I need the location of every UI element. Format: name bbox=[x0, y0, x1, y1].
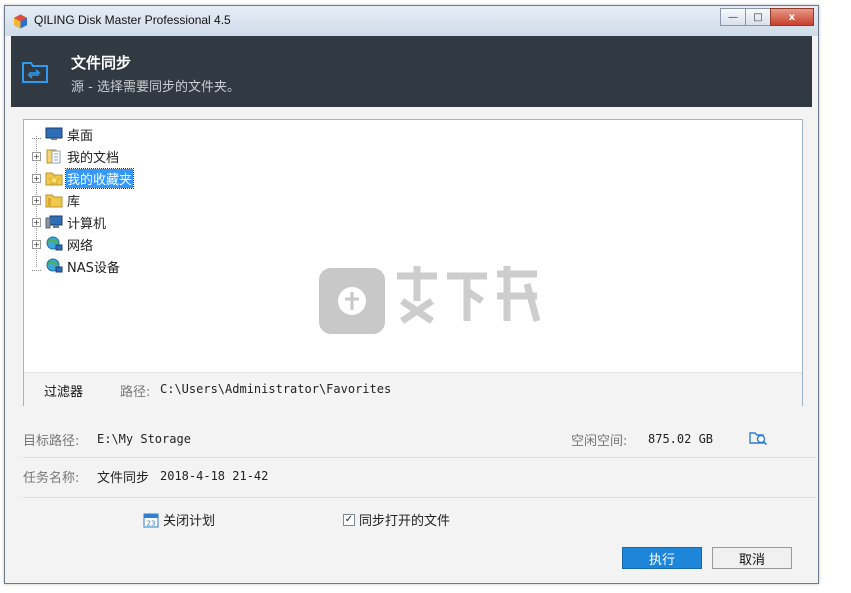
schedule-option[interactable]: 23 关闭计划 bbox=[143, 510, 215, 529]
target-path-label: 目标路径: bbox=[23, 434, 80, 449]
tree-item-label: 桌面 bbox=[67, 128, 94, 144]
schedule-option-label: 关闭计划 bbox=[163, 514, 216, 529]
folder-sync-icon bbox=[22, 62, 48, 83]
header-title: 文件同步 bbox=[71, 54, 132, 72]
network-icon bbox=[46, 236, 63, 251]
app-window: QILING Disk Master Professional 4.5 — □ … bbox=[4, 5, 819, 584]
target-path-value: E:\My Storage bbox=[97, 432, 191, 446]
expand-toggle[interactable]: + bbox=[32, 239, 41, 249]
task-name-date: 2018-4-18 21-42 bbox=[160, 469, 269, 483]
tree-item-documents[interactable]: + 我的文档 bbox=[32, 146, 120, 166]
cancel-button[interactable]: 取消 bbox=[712, 547, 792, 569]
app-logo-icon bbox=[14, 14, 27, 29]
expand-toggle[interactable]: + bbox=[32, 217, 41, 227]
expand-toggle[interactable]: + bbox=[32, 195, 41, 205]
tree-item-desktop[interactable]: 桌面 bbox=[32, 124, 94, 144]
sync-open-files-option[interactable]: ✓ 同步打开的文件 bbox=[343, 510, 450, 529]
tree-item-label: 计算机 bbox=[67, 216, 107, 232]
free-space-label: 空闲空间: bbox=[571, 434, 628, 449]
source-path-value: C:\Users\Administrator\Favorites bbox=[160, 382, 392, 396]
free-space-value: 875.02 GB bbox=[648, 432, 714, 446]
watermark-logo bbox=[319, 266, 541, 334]
desktop-icon bbox=[45, 127, 63, 140]
expand-toggle[interactable]: + bbox=[32, 151, 41, 161]
filter-bar: 过滤器 路径: C:\Users\Administrator\Favorites bbox=[24, 372, 802, 406]
tree-item-nas[interactable]: NAS设备 bbox=[32, 256, 121, 276]
source-path-label: 路径: bbox=[120, 385, 151, 400]
expand-toggle[interactable]: + bbox=[32, 173, 41, 183]
computer-icon bbox=[45, 215, 63, 229]
favorites-folder-icon bbox=[45, 172, 63, 186]
tree-item-favorites[interactable]: + 我的收藏夹 bbox=[32, 167, 135, 189]
tree-item-computer[interactable]: + 计算机 bbox=[32, 212, 107, 232]
tree-item-label: 库 bbox=[67, 194, 81, 210]
tree-connector bbox=[32, 130, 41, 139]
tree-item-label: 我的收藏夹 bbox=[64, 167, 135, 189]
divider bbox=[23, 497, 816, 498]
filter-button[interactable]: 过滤器 bbox=[44, 381, 83, 400]
window-controls: — □ x bbox=[720, 8, 814, 28]
sync-open-files-label: 同步打开的文件 bbox=[359, 514, 451, 529]
library-folder-icon bbox=[45, 194, 63, 208]
header-subtitle: 源 - 选择需要同步的文件夹。 bbox=[71, 80, 240, 95]
calendar-icon: 23 bbox=[143, 513, 159, 527]
documents-icon bbox=[46, 149, 61, 164]
tree-item-label: 我的文档 bbox=[67, 150, 120, 166]
tree-item-label: 网络 bbox=[67, 238, 94, 254]
svg-text:23: 23 bbox=[147, 519, 156, 527]
tree-connector bbox=[32, 262, 41, 271]
execute-button[interactable]: 执行 bbox=[622, 547, 702, 569]
task-name-text: 文件同步 bbox=[97, 471, 150, 486]
browse-target-icon[interactable] bbox=[749, 430, 767, 446]
close-button[interactable]: x bbox=[770, 8, 814, 26]
wizard-header: 文件同步 源 - 选择需要同步的文件夹。 bbox=[11, 36, 812, 107]
maximize-button[interactable]: □ bbox=[745, 8, 771, 26]
task-name-label: 任务名称: bbox=[23, 471, 80, 486]
nas-icon bbox=[46, 258, 63, 273]
title-bar[interactable]: QILING Disk Master Professional 4.5 — □ … bbox=[5, 6, 818, 36]
window-title: QILING Disk Master Professional 4.5 bbox=[34, 13, 231, 27]
tree-item-network[interactable]: + 网络 bbox=[32, 234, 94, 254]
divider bbox=[23, 457, 816, 458]
tree-item-library[interactable]: + 库 bbox=[32, 190, 81, 210]
minimize-button[interactable]: — bbox=[720, 8, 746, 26]
sync-open-files-checkbox[interactable]: ✓ bbox=[343, 513, 355, 526]
tree-item-label: NAS设备 bbox=[67, 260, 120, 276]
